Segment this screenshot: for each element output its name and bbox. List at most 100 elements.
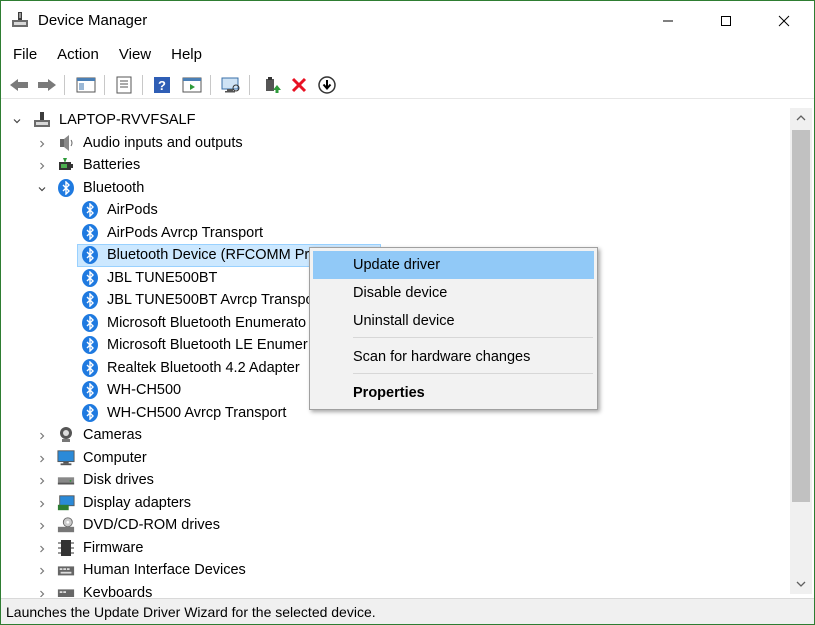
bluetooth-icon (81, 269, 99, 287)
menu-file[interactable]: File (5, 43, 45, 67)
keyboard-icon (57, 584, 75, 597)
category-label: Disk drives (83, 472, 154, 488)
disable-icon[interactable] (315, 73, 339, 97)
menu-help[interactable]: Help (163, 43, 210, 67)
maximize-icon (721, 16, 731, 26)
back-arrow-icon[interactable] (7, 73, 31, 97)
dvd-drive-icon (57, 516, 75, 534)
scrollbar-thumb[interactable] (792, 130, 810, 502)
action-pane-icon[interactable] (180, 73, 204, 97)
toolbar-separator (249, 75, 250, 95)
chevron-right-icon[interactable] (37, 521, 47, 531)
forward-arrow-icon[interactable] (35, 73, 59, 97)
status-text: Launches the Update Driver Wizard for th… (6, 604, 376, 620)
category-label: DVD/CD-ROM drives (83, 517, 220, 533)
help-icon[interactable]: ? (150, 73, 174, 97)
scroll-up-icon[interactable] (790, 108, 812, 128)
menu-view[interactable]: View (111, 43, 159, 67)
bluetooth-icon (81, 381, 99, 399)
chevron-right-icon[interactable] (37, 161, 47, 171)
camera-icon (57, 426, 75, 444)
bluetooth-icon (81, 336, 99, 354)
toolbar: ? (1, 71, 814, 99)
menu-item-label: Scan for hardware changes (353, 349, 531, 365)
menu-item-properties[interactable]: Properties (313, 379, 594, 407)
bluetooth-icon (81, 246, 99, 264)
category-label: Batteries (83, 157, 141, 173)
menu-item-uninstall-device[interactable]: Uninstall device (313, 307, 594, 335)
chevron-down-icon[interactable] (37, 184, 47, 194)
bluetooth-icon (81, 291, 99, 309)
minimize-button[interactable] (639, 1, 697, 41)
bluetooth-icon (81, 201, 99, 219)
bluetooth-icon (81, 359, 99, 377)
menu-separator (353, 337, 593, 338)
chevron-right-icon[interactable] (37, 454, 47, 464)
disk-drive-icon (57, 471, 75, 489)
category-label: Human Interface Devices (83, 562, 246, 578)
maximize-button[interactable] (697, 1, 755, 41)
context-menu: Update driver Disable device Uninstall d… (309, 247, 598, 410)
toolbar-separator (210, 75, 211, 95)
toolbar-separator (104, 75, 105, 95)
monitor-icon (57, 449, 75, 467)
menu-item-label: Update driver (353, 257, 441, 273)
menu-action[interactable]: Action (49, 43, 107, 67)
menu-item-update-driver[interactable]: Update driver (313, 251, 594, 279)
toolbar-separator (64, 75, 65, 95)
category-label: Keyboards (83, 585, 153, 597)
chevron-right-icon[interactable] (37, 476, 47, 486)
category-label: Cameras (83, 427, 142, 443)
menu-item-label: Properties (353, 385, 425, 401)
device-label: Bluetooth Device (RFCOMM Pro (107, 247, 318, 263)
svg-text:?: ? (158, 78, 166, 93)
device-label: WH-CH500 Avrcp Transport (107, 405, 287, 421)
device-label: JBL TUNE500BT (107, 270, 218, 286)
window-title: Device Manager (38, 12, 148, 29)
device-label: AirPods Avrcp Transport (107, 225, 264, 241)
category-label: Firmware (83, 540, 144, 556)
device-label: Realtek Bluetooth 4.2 Adapter (107, 360, 300, 376)
status-bar: Launches the Update Driver Wizard for th… (1, 598, 814, 624)
chevron-right-icon[interactable] (37, 431, 47, 441)
speaker-icon (57, 134, 75, 152)
close-button[interactable] (755, 1, 813, 41)
bluetooth-icon (81, 404, 99, 422)
category-label: Bluetooth (83, 180, 145, 196)
chevron-right-icon[interactable] (37, 499, 47, 509)
menu-separator (353, 373, 593, 374)
scroll-down-icon[interactable] (790, 574, 812, 594)
device-manager-app-icon (11, 11, 29, 29)
properties-icon[interactable] (112, 73, 136, 97)
root-computer-label: LAPTOP-RVVFSALF (59, 112, 196, 128)
computer-root-icon (33, 111, 51, 129)
device-label: Microsoft Bluetooth Enumerato (107, 315, 307, 331)
bluetooth-icon (81, 314, 99, 332)
vertical-scrollbar[interactable] (790, 108, 812, 594)
uninstall-icon[interactable] (287, 73, 311, 97)
minimize-icon (663, 20, 673, 22)
scan-hardware-icon[interactable] (219, 73, 243, 97)
chevron-right-icon[interactable] (37, 566, 47, 576)
device-label: JBL TUNE500BT Avrcp Transport (107, 292, 323, 308)
chevron-down-icon[interactable] (12, 116, 22, 126)
chevron-right-icon[interactable] (37, 544, 47, 554)
hid-keyboard-icon (57, 561, 75, 579)
title-bar[interactable]: Device Manager (1, 1, 814, 41)
menu-item-label: Uninstall device (353, 313, 455, 329)
battery-icon (57, 156, 75, 174)
display-adapter-icon (57, 494, 75, 512)
toolbar-separator (142, 75, 143, 95)
update-driver-icon[interactable] (259, 73, 283, 97)
firmware-chip-icon (57, 539, 75, 557)
category-label: Computer (83, 450, 147, 466)
chevron-right-icon[interactable] (37, 139, 47, 149)
menu-item-scan-hardware[interactable]: Scan for hardware changes (313, 343, 594, 371)
close-icon (778, 15, 790, 27)
menu-item-label: Disable device (353, 285, 448, 301)
show-hide-tree-icon[interactable] (74, 73, 98, 97)
menu-item-disable-device[interactable]: Disable device (313, 279, 594, 307)
chevron-right-icon[interactable] (37, 589, 47, 597)
device-label: WH-CH500 (107, 382, 182, 398)
category-label: Audio inputs and outputs (83, 135, 243, 151)
